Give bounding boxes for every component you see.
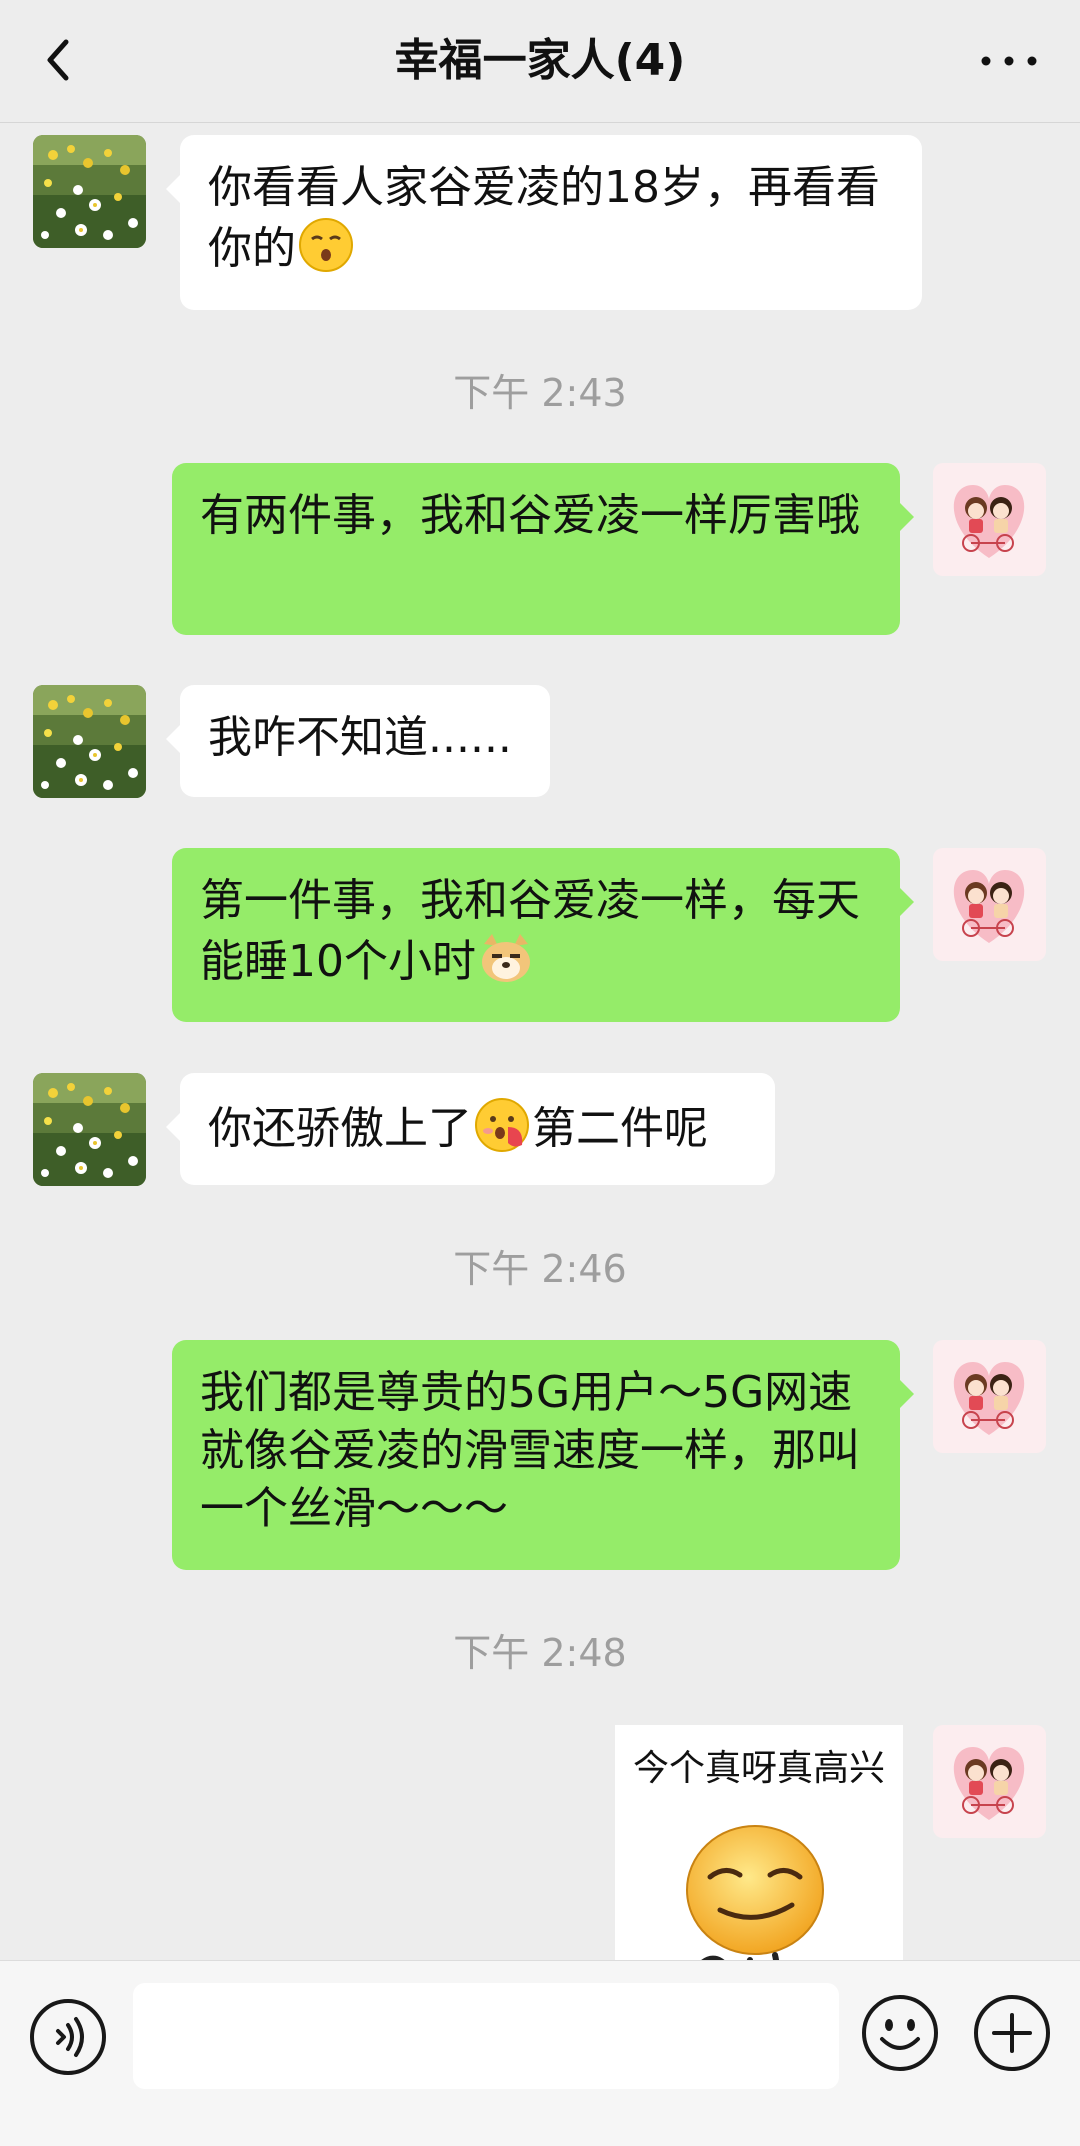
member-avatar[interactable] xyxy=(33,135,146,248)
hand-over-mouth-face-icon xyxy=(475,1098,529,1152)
message-bubble[interactable]: 第一件事，我和谷爱凌一样，每天能睡10个小时 xyxy=(172,848,914,1022)
message-bubble[interactable]: 我们都是尊贵的5G用户～5G网速就像谷爱凌的滑雪速度一样，那叫一个丝滑～～～ xyxy=(172,1340,914,1570)
timestamp: 下午 2:43 xyxy=(453,371,627,415)
chat-screen: 幸福一家人(4) 你看看人家谷爱凌的18岁，再看看你的 下午 2:43 有两件事… xyxy=(0,0,1080,2146)
more-button[interactable] xyxy=(974,36,1044,86)
timestamp: 下午 2:48 xyxy=(453,1631,627,1675)
shush-face-icon xyxy=(299,218,353,272)
smirk-face-sticker-icon xyxy=(686,1825,824,1960)
self-avatar[interactable] xyxy=(933,1340,1046,1453)
ellipsis-icon xyxy=(981,56,1037,66)
message-text: 我咋不知道...... xyxy=(208,712,512,763)
message-bubble[interactable]: 有两件事，我和谷爱凌一样厉害哦 xyxy=(172,463,914,635)
more-actions-button[interactable] xyxy=(972,1993,1052,2073)
message-text: 我们都是尊贵的5G用户～5G网速就像谷爱凌的滑雪速度一样，那叫一个丝滑～～～ xyxy=(200,1367,860,1534)
voice-button[interactable] xyxy=(28,1997,108,2077)
page-title: 幸福一家人(4) xyxy=(394,35,686,86)
message-bubble[interactable]: 你看看人家谷爱凌的18岁，再看看你的 xyxy=(166,135,922,310)
message-list[interactable]: 你看看人家谷爱凌的18岁，再看看你的 下午 2:43 有两件事，我和谷爱凌一样厉… xyxy=(0,122,1080,1960)
message-bubble[interactable]: 我咋不知道...... xyxy=(166,685,550,797)
self-avatar[interactable] xyxy=(933,463,1046,576)
self-avatar[interactable] xyxy=(933,848,1046,961)
voice-icon xyxy=(30,1999,106,2075)
doge-face-icon xyxy=(482,934,530,982)
member-avatar[interactable] xyxy=(33,685,146,798)
top-bar: 幸福一家人(4) xyxy=(0,0,1080,123)
plus-circle-icon xyxy=(974,1995,1050,2071)
self-avatar[interactable] xyxy=(933,1725,1046,1838)
sticker-caption: 今个真呀真高兴 xyxy=(632,1748,885,1789)
member-avatar[interactable] xyxy=(33,1073,146,1186)
message-text: 你还骄傲上了 xyxy=(208,1103,472,1154)
sticker-message[interactable]: 今个真呀真高兴 xyxy=(615,1725,903,1960)
message-text: 有两件事，我和谷爱凌一样厉害哦 xyxy=(200,490,860,541)
smiley-icon xyxy=(862,1995,938,2071)
emoji-button[interactable] xyxy=(860,1993,940,2073)
message-text: 第二件呢 xyxy=(532,1103,708,1154)
timestamp: 下午 2:46 xyxy=(453,1247,627,1291)
message-bubble[interactable]: 你还骄傲上了 第二件呢 xyxy=(166,1073,775,1185)
message-input[interactable] xyxy=(133,1983,839,2089)
input-bar xyxy=(0,1960,1080,2146)
